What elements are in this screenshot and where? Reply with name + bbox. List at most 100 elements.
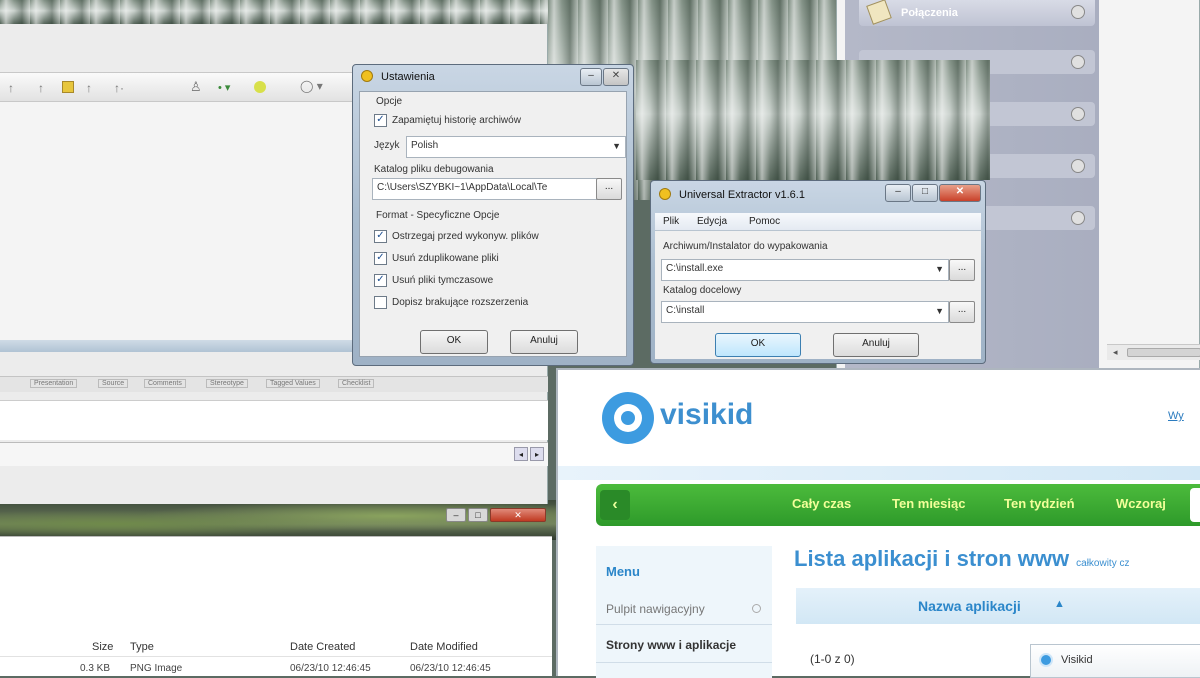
column-header-app-name[interactable]: Nazwa aplikacji xyxy=(918,598,1021,614)
menu-item-help[interactable]: Pomoc xyxy=(749,216,780,227)
tab-tagged-values[interactable]: Tagged Values xyxy=(266,379,320,388)
debug-dir-browse-button[interactable]: ... xyxy=(596,178,622,200)
top-divider xyxy=(558,466,1200,480)
app-list-box[interactable]: Visikid xyxy=(1030,644,1200,678)
settings-cancel-button[interactable]: Anuluj xyxy=(510,330,578,354)
visikid-logo-text: visikid xyxy=(660,398,754,431)
maximize-icon[interactable]: □ xyxy=(468,508,488,522)
toolbar-icon[interactable]: ↑ xyxy=(8,81,14,95)
dest-value: C:\install xyxy=(666,305,705,316)
maximize-icon[interactable]: □ xyxy=(912,184,938,202)
toolbar-icon[interactable]: ↑· xyxy=(114,81,124,95)
tab-presentation[interactable]: Presentation xyxy=(30,379,78,388)
archive-browse-button[interactable]: ... xyxy=(949,259,975,281)
option-4-label: Dopisz brakujące rozszerzenia xyxy=(392,297,529,309)
dest-browse-button[interactable]: ... xyxy=(949,301,975,323)
toolbar-icon[interactable]: ◯ ▾ xyxy=(300,79,323,93)
nav-this-week[interactable]: Ten tydzień xyxy=(1004,496,1075,511)
option-3-checkbox[interactable]: ✓ xyxy=(374,274,387,287)
option-row[interactable]: Dopisz brakujące rozszerzenia xyxy=(374,296,528,309)
nav-this-month[interactable]: Ten miesiąc xyxy=(892,496,965,511)
nav-all-time[interactable]: Cały czas xyxy=(792,496,851,511)
minimize-icon[interactable]: – xyxy=(446,508,466,522)
settings-ok-button[interactable]: OK xyxy=(420,330,488,354)
toolbar-icon[interactable]: ♙ xyxy=(190,79,202,95)
scroll-right-arrow-icon[interactable]: ▸ xyxy=(530,447,544,461)
debug-dir-field[interactable]: C:\Users\SZYBKI~1\AppData\Local\Te xyxy=(372,178,598,200)
file-list-row[interactable]: 0.3 KB PNG Image 06/23/10 12:46:45 06/23… xyxy=(0,659,552,677)
side-nav-label: Połączenia xyxy=(901,7,958,19)
app-shield-icon xyxy=(361,70,373,82)
option-1-label: Ostrzegaj przed wykonyw. plików xyxy=(392,231,539,243)
dest-select[interactable]: C:\install ▼ xyxy=(661,301,949,323)
sidebar-item-dashboard-icon xyxy=(752,604,761,613)
tab-source[interactable]: Source xyxy=(98,379,129,388)
remember-history-label: Zapamiętuj historię archiwów xyxy=(392,115,521,127)
option-2-checkbox[interactable]: ✓ xyxy=(374,252,387,265)
visikid-logo[interactable]: visikid xyxy=(602,392,772,448)
scroll-thumb[interactable] xyxy=(1127,348,1200,357)
sidebar-item-dashboard[interactable]: Pulpit nawigacyjny xyxy=(606,602,705,616)
nav-yesterday[interactable]: Wczoraj xyxy=(1116,496,1166,511)
chevron-down-icon: ▼ xyxy=(935,264,944,274)
column-size[interactable]: Size xyxy=(92,641,113,653)
extractor-body: Archiwum/Instalator do wypakowania C:\in… xyxy=(655,231,981,359)
toolbar-icon[interactable]: ↑ xyxy=(86,81,92,95)
debug-dir-label: Katalog pliku debugowania xyxy=(374,164,494,175)
settings-body: Opcje ✓ Zapamiętuj historię archiwów Języ… xyxy=(359,91,627,357)
scroll-left-arrow-icon[interactable]: ◂ xyxy=(1113,347,1118,358)
tab-comments[interactable]: Comments xyxy=(144,379,186,388)
scroll-left-arrow-icon[interactable]: ◂ xyxy=(514,447,528,461)
logo-inner-dot xyxy=(621,411,635,425)
sidebar-item-apps[interactable]: Strony www i aplikacje xyxy=(606,638,736,652)
close-icon[interactable]: ✕ xyxy=(603,68,629,86)
extractor-menubar: Plik Edycja Pomoc xyxy=(655,213,981,231)
right-pane-scrollbar[interactable]: ◂ xyxy=(1107,344,1200,360)
option-row[interactable]: ✓ Ostrzegaj przed wykonyw. plików xyxy=(374,230,539,243)
column-date-created[interactable]: Date Created xyxy=(290,641,355,653)
remember-history-checkbox[interactable]: ✓ xyxy=(374,114,387,127)
option-row[interactable]: ✓ Usuń pliki tymczasowe xyxy=(374,274,493,287)
tab-stereotype[interactable]: Stereotype xyxy=(206,379,248,388)
nav-active-tab[interactable] xyxy=(1190,488,1200,522)
expand-circle-icon[interactable] xyxy=(1071,55,1085,69)
extractor-ok-button[interactable]: OK xyxy=(715,333,801,357)
remember-history-row[interactable]: ✓ Zapamiętuj historię archiwów xyxy=(374,114,521,127)
archive-select[interactable]: C:\install.exe ▼ xyxy=(661,259,949,281)
page-title: Lista aplikacji i stron www xyxy=(794,546,1070,571)
editor-lower-pane xyxy=(0,400,548,440)
nav-back-button[interactable]: ‹ xyxy=(600,490,630,520)
column-date-modified[interactable]: Date Modified xyxy=(410,641,478,653)
extractor-cancel-button[interactable]: Anuluj xyxy=(833,333,919,357)
option-1-checkbox[interactable]: ✓ xyxy=(374,230,387,243)
sort-up-icon[interactable]: ▲ xyxy=(1054,598,1065,610)
column-type[interactable]: Type xyxy=(130,641,154,653)
sidebar-divider xyxy=(596,662,772,663)
close-icon[interactable]: ✕ xyxy=(490,508,546,522)
extractor-titlebar[interactable]: Universal Extractor v1.6.1 – □ ✕ xyxy=(651,181,985,207)
menu-item-edit[interactable]: Edycja xyxy=(697,216,727,227)
option-4-checkbox[interactable] xyxy=(374,296,387,309)
side-nav-item-connections[interactable]: Połączenia xyxy=(859,0,1095,26)
minimize-icon[interactable]: – xyxy=(580,68,602,86)
language-select[interactable]: Polish ▼ xyxy=(406,136,626,158)
expand-circle-icon[interactable] xyxy=(1071,107,1085,121)
close-icon[interactable]: ✕ xyxy=(939,184,981,202)
debug-dir-value: C:\Users\SZYBKI~1\AppData\Local\Te xyxy=(377,182,548,193)
expand-circle-icon[interactable] xyxy=(1071,211,1085,225)
settings-titlebar[interactable]: Ustawienia – ✕ xyxy=(353,65,633,89)
editor-scroll-bar[interactable]: ◂ ▸ xyxy=(0,442,548,466)
toolbar-icon[interactable] xyxy=(254,81,266,93)
page-title-suffix: całkowity cz xyxy=(1076,558,1130,569)
toolbar-folder-icon[interactable] xyxy=(62,81,74,93)
toolbar-icon[interactable]: ↑ xyxy=(38,81,44,95)
tab-checklist[interactable]: Checklist xyxy=(338,379,375,388)
top-link[interactable]: Wy xyxy=(1168,410,1184,422)
column-header-bar[interactable]: Nazwa aplikacji ▲ xyxy=(796,588,1200,624)
toolbar-icon[interactable]: • ▾ xyxy=(218,81,230,94)
option-row[interactable]: ✓ Usuń zduplikowane pliki xyxy=(374,252,499,265)
menu-item-file[interactable]: Plik xyxy=(663,216,679,227)
expand-circle-icon[interactable] xyxy=(1071,159,1085,173)
minimize-icon[interactable]: – xyxy=(885,184,911,202)
expand-circle-icon[interactable] xyxy=(1071,5,1085,19)
